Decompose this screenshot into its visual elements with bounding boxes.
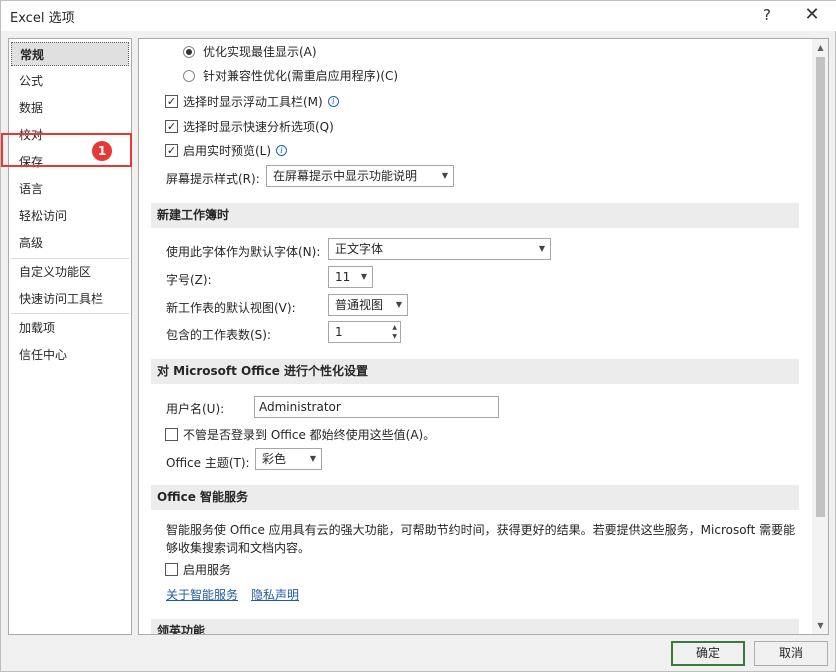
- spin-down-icon[interactable]: ▼: [392, 332, 397, 341]
- checkbox-checked-icon: ✓: [165, 144, 178, 157]
- chevron-down-icon: ▼: [441, 171, 448, 180]
- font-size-dropdown[interactable]: 11 ▼: [328, 266, 373, 288]
- help-button[interactable]: ?: [747, 1, 787, 31]
- chk-always-use-label: 不管是否登录到 Office 都始终使用这些值(A)。: [183, 428, 436, 442]
- step-badge: 1: [92, 141, 112, 161]
- screentip-value: 在屏幕提示中显示功能说明: [273, 169, 418, 183]
- chk-live-preview[interactable]: ✓ 启用实时预览(L) i: [165, 142, 288, 159]
- chevron-down-icon: ▼: [538, 244, 545, 253]
- nav-item-quick-access-toolbar[interactable]: 快速访问工具栏: [11, 287, 129, 311]
- close-button[interactable]: ✕: [792, 1, 832, 31]
- section-new-workbook: 新建工作簿时: [151, 203, 799, 228]
- category-nav: 常规 公式 数据 校对 保存 语言 轻松访问 高级 自定义功能区 快速访问工具栏…: [8, 38, 132, 635]
- nav-item-advanced[interactable]: 高级: [11, 231, 129, 255]
- chk-always-use-values[interactable]: 不管是否登录到 Office 都始终使用这些值(A)。: [165, 426, 435, 443]
- nav-separator: [11, 313, 129, 314]
- checkbox-checked-icon: ✓: [165, 120, 178, 133]
- scroll-up-icon[interactable]: ▲: [812, 39, 828, 56]
- chk-mini-toolbar-label: 选择时显示浮动工具栏(M): [183, 95, 323, 109]
- chevron-down-icon: ▼: [395, 300, 402, 309]
- radio-selected-icon: [183, 45, 195, 58]
- nav-item-trust-center[interactable]: 信任中心: [11, 343, 129, 367]
- chk-mini-toolbar[interactable]: ✓ 选择时显示浮动工具栏(M) i: [165, 93, 339, 110]
- scroll-down-icon[interactable]: ▼: [812, 617, 828, 634]
- section-intelligent-services: Office 智能服务: [151, 485, 799, 510]
- radio-optimize-display[interactable]: 优化实现最佳显示(A): [183, 43, 317, 60]
- default-view-value: 普通视图: [335, 298, 384, 312]
- chevron-down-icon: ▼: [309, 454, 316, 463]
- nav-item-accessibility[interactable]: 轻松访问: [11, 204, 129, 228]
- checkbox-unchecked-icon: [165, 563, 178, 576]
- username-label: 用户名(U):: [166, 402, 225, 416]
- ok-button[interactable]: 确定: [671, 641, 745, 666]
- default-view-dropdown[interactable]: 普通视图 ▼: [328, 294, 408, 316]
- nav-item-language[interactable]: 语言: [11, 177, 129, 201]
- chk-quick-analysis-label: 选择时显示快速分析选项(Q): [183, 120, 334, 134]
- screentip-dropdown[interactable]: 在屏幕提示中显示功能说明 ▼: [266, 165, 454, 187]
- sheet-count-spinner[interactable]: 1 ▲ ▼: [328, 321, 401, 343]
- username-input[interactable]: Administrator: [254, 396, 499, 418]
- font-size-value: 11: [335, 270, 351, 284]
- font-size-label: 字号(Z):: [166, 273, 212, 287]
- checkbox-checked-icon: ✓: [165, 95, 178, 108]
- title-bar: Excel 选项 ? ✕: [1, 1, 836, 31]
- default-font-dropdown[interactable]: 正文字体 ▼: [328, 238, 551, 260]
- section-personalize: 对 Microsoft Office 进行个性化设置: [151, 359, 799, 384]
- chk-enable-services[interactable]: 启用服务: [165, 561, 231, 578]
- theme-label: Office 主题(T):: [166, 456, 250, 470]
- language-highlight-box: [1, 133, 132, 167]
- section-linkedin: 领英功能: [151, 619, 799, 634]
- nav-item-customize-ribbon[interactable]: 自定义功能区: [11, 260, 129, 284]
- chk-enable-services-label: 启用服务: [183, 563, 232, 577]
- excel-options-dialog: Excel 选项 ? ✕ 常规 公式 数据 校对 保存 语言 轻松访问 高级 自…: [0, 0, 836, 672]
- checkbox-unchecked-icon: [165, 428, 178, 441]
- default-font-value: 正文字体: [335, 242, 384, 256]
- nav-item-formulas[interactable]: 公式: [11, 69, 129, 93]
- sheet-count-value: 1: [335, 325, 343, 339]
- options-content-pane: 优化实现最佳显示(A) 针对兼容性优化(需重启应用程序)(C) ✓ 选择时显示浮…: [138, 38, 829, 635]
- chevron-down-icon: ▼: [360, 272, 367, 281]
- nav-item-addins[interactable]: 加载项: [11, 316, 129, 340]
- nav-separator: [11, 258, 129, 259]
- scrollbar-thumb[interactable]: [816, 57, 825, 517]
- vertical-scrollbar[interactable]: ▲ ▼: [812, 39, 828, 634]
- nav-item-general[interactable]: 常规: [11, 42, 129, 66]
- about-intelligent-services-link[interactable]: 关于智能服务: [166, 586, 238, 603]
- default-view-label: 新工作表的默认视图(V):: [166, 301, 296, 315]
- dialog-title: Excel 选项: [10, 11, 75, 26]
- intelligent-services-description: 智能服务使 Office 应用具有云的强大功能，可帮助节约时间，获得更好的结果。…: [166, 523, 796, 555]
- spin-up-icon[interactable]: ▲: [392, 323, 397, 332]
- radio-compat-label: 针对兼容性优化(需重启应用程序)(C): [203, 69, 399, 83]
- theme-value: 彩色: [262, 452, 287, 466]
- radio-optimize-display-label: 优化实现最佳显示(A): [203, 45, 317, 59]
- nav-item-data[interactable]: 数据: [11, 96, 129, 120]
- radio-compat[interactable]: 针对兼容性优化(需重启应用程序)(C): [183, 67, 398, 84]
- cancel-button[interactable]: 取消: [754, 641, 828, 666]
- info-icon[interactable]: i: [327, 96, 339, 107]
- sheet-count-label: 包含的工作表数(S):: [166, 328, 272, 342]
- default-font-label: 使用此字体作为默认字体(N):: [166, 245, 321, 259]
- info-icon[interactable]: i: [276, 145, 288, 156]
- chk-live-preview-label: 启用实时预览(L): [183, 144, 272, 158]
- privacy-statement-link[interactable]: 隐私声明: [251, 586, 299, 603]
- theme-dropdown[interactable]: 彩色 ▼: [255, 448, 322, 470]
- radio-unselected-icon: [183, 69, 195, 82]
- screentip-label: 屏幕提示样式(R):: [166, 172, 260, 186]
- chk-quick-analysis[interactable]: ✓ 选择时显示快速分析选项(Q): [165, 118, 334, 135]
